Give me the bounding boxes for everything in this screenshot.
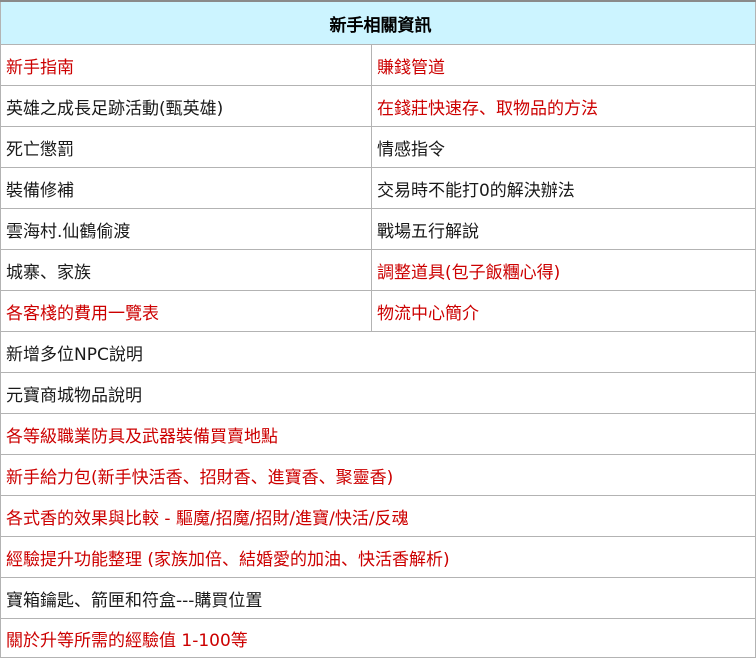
table-row: 英雄之成長足跡活動(甄英雄) 在錢莊快速存、取物品的方法: [0, 85, 756, 127]
table-row: 新手指南 賺錢管道: [0, 44, 756, 86]
table-row: 裝備修補 交易時不能打0的解決辦法: [0, 167, 756, 209]
guide-link-battlefield-elements[interactable]: 戰場五行解說: [370, 208, 756, 250]
table-row: 雲海村.仙鶴偷渡 戰場五行解說: [0, 208, 756, 250]
guide-link-cloud-village[interactable]: 雲海村.仙鶴偷渡: [0, 208, 372, 250]
guide-link-new-npcs[interactable]: 新增多位NPC說明: [0, 331, 756, 373]
guide-link-adjust-items[interactable]: 調整道具(包子飯糰心得): [370, 249, 756, 291]
guide-link-incense-comparison[interactable]: 各式香的效果與比較 - 驅魔/招魔/招財/進寶/快活/反魂: [0, 495, 756, 537]
guide-link-inn-fees[interactable]: 各客棧的費用一覽表: [0, 290, 372, 332]
guide-link-death-penalty[interactable]: 死亡懲罰: [0, 126, 372, 168]
table-title: 新手相關資訊: [0, 0, 756, 45]
table-row: 關於升等所需的經驗值 1-100等: [0, 618, 756, 658]
table-row: 元寶商城物品說明: [0, 372, 756, 414]
guide-link-bank-storage[interactable]: 在錢莊快速存、取物品的方法: [370, 85, 756, 127]
new-player-info-table: 新手相關資訊 新手指南 賺錢管道 英雄之成長足跡活動(甄英雄) 在錢莊快速存、取…: [0, 0, 756, 658]
guide-link-logistics-center[interactable]: 物流中心簡介: [370, 290, 756, 332]
guide-link-exp-boost[interactable]: 經驗提升功能整理 (家族加倍、結婚愛的加油、快活香解析): [0, 536, 756, 578]
guide-link-newbie[interactable]: 新手指南: [0, 44, 372, 86]
table-row: 各等級職業防具及武器裝備買賣地點: [0, 413, 756, 455]
guide-link-equipment-repair[interactable]: 裝備修補: [0, 167, 372, 209]
table-row: 新手給力包(新手快活香、招財香、進寶香、聚靈香): [0, 454, 756, 496]
table-row: 經驗提升功能整理 (家族加倍、結婚愛的加油、快活香解析): [0, 536, 756, 578]
guide-link-yuanbao-shop[interactable]: 元寶商城物品說明: [0, 372, 756, 414]
guide-link-trade-zero-fix[interactable]: 交易時不能打0的解決辦法: [370, 167, 756, 209]
table-row: 各式香的效果與比較 - 驅魔/招魔/招財/進寶/快活/反魂: [0, 495, 756, 537]
guide-link-level-exp[interactable]: 關於升等所需的經驗值 1-100等: [0, 618, 756, 658]
table-row: 新增多位NPC說明: [0, 331, 756, 373]
table-row: 死亡懲罰 情感指令: [0, 126, 756, 168]
guide-link-starter-pack[interactable]: 新手給力包(新手快活香、招財香、進寶香、聚靈香): [0, 454, 756, 496]
table-row: 寶箱鑰匙、箭匣和符盒---購買位置: [0, 577, 756, 619]
table-header-row: 新手相關資訊: [0, 0, 756, 45]
guide-link-chest-keys[interactable]: 寶箱鑰匙、箭匣和符盒---購買位置: [0, 577, 756, 619]
guide-link-hero-event[interactable]: 英雄之成長足跡活動(甄英雄): [0, 85, 372, 127]
guide-link-emote-commands[interactable]: 情感指令: [370, 126, 756, 168]
table-row: 城寨、家族 調整道具(包子飯糰心得): [0, 249, 756, 291]
guide-link-gear-shops[interactable]: 各等級職業防具及武器裝備買賣地點: [0, 413, 756, 455]
guide-link-fortress-family[interactable]: 城寨、家族: [0, 249, 372, 291]
guide-link-earning[interactable]: 賺錢管道: [370, 44, 756, 86]
table-row: 各客棧的費用一覽表 物流中心簡介: [0, 290, 756, 332]
